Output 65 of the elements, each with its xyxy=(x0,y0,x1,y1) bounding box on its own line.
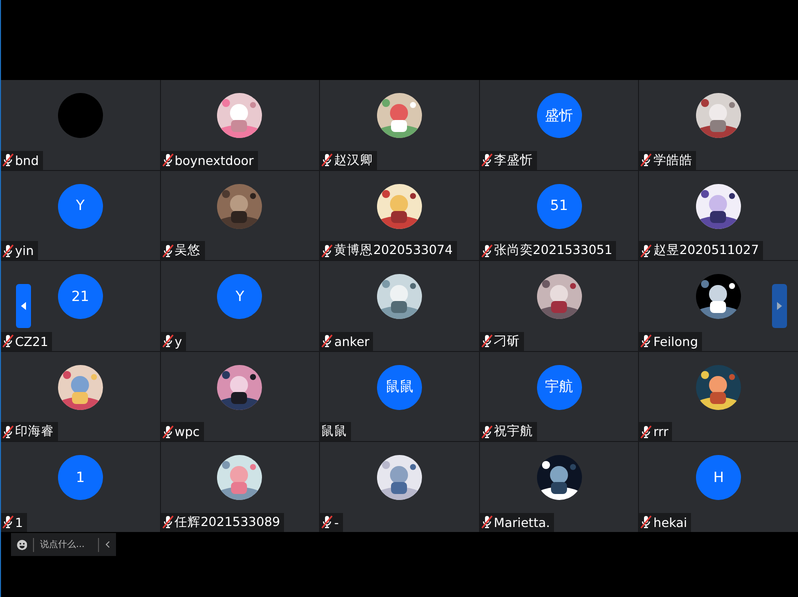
participant-name: hekai xyxy=(653,514,688,530)
participant-name: rrr xyxy=(653,424,668,440)
participant-name: 印海睿 xyxy=(15,423,54,440)
participant-name: 赵昱2020511027 xyxy=(653,242,759,260)
avatar-initials: 鼠鼠 xyxy=(376,364,422,410)
previous-page-button[interactable] xyxy=(16,284,31,328)
participant-name: 张尚奕2021533051 xyxy=(494,242,612,260)
participant-name: 黄博恩2020533074 xyxy=(334,242,453,260)
muted-microphone-icon xyxy=(162,424,174,439)
participant-name: 任辉2021533089 xyxy=(174,514,280,531)
avatar-initials: 宇航 xyxy=(536,364,582,410)
muted-microphone-icon xyxy=(480,515,493,530)
avatar-initials: 51 xyxy=(536,184,582,229)
participant-name: bnd xyxy=(15,152,39,168)
avatar-initials: Y xyxy=(58,184,103,229)
avatar-initials: H xyxy=(696,455,742,500)
participant-name: Marietta. xyxy=(494,514,550,530)
smiley-icon[interactable] xyxy=(17,538,28,550)
participant-name: anker xyxy=(334,334,370,349)
participant-name: 李盛忻 xyxy=(494,152,533,169)
participant-name: boynextdoor xyxy=(174,152,254,168)
left-triangle-icon xyxy=(21,302,26,310)
muted-microphone-icon xyxy=(480,424,493,439)
avatar-initials: 盛忻 xyxy=(536,93,582,138)
muted-microphone-icon xyxy=(2,244,14,258)
avatar-initials: 1 xyxy=(58,455,103,500)
muted-microphone-icon xyxy=(480,153,493,168)
muted-microphone-icon xyxy=(162,153,174,168)
participant-name: 学皓皓 xyxy=(653,152,692,169)
muted-microphone-icon xyxy=(640,515,652,530)
muted-microphone-icon xyxy=(162,334,174,348)
muted-microphone-icon xyxy=(321,515,334,530)
muted-microphone-icon xyxy=(162,515,174,530)
right-triangle-icon xyxy=(777,302,782,310)
participant-name: 祝宇航 xyxy=(494,423,533,440)
participant-name: yin xyxy=(15,243,34,258)
participant-name: 吴悠 xyxy=(174,242,201,260)
muted-microphone-icon xyxy=(321,334,334,348)
participant-name: wpc xyxy=(174,424,200,440)
muted-microphone-icon xyxy=(321,153,334,168)
participant-name: 赵汉卿 xyxy=(334,152,374,169)
muted-microphone-icon xyxy=(2,334,14,348)
avatar xyxy=(58,93,103,138)
muted-microphone-icon xyxy=(480,334,493,348)
participant-name: - xyxy=(334,514,339,530)
muted-microphone-icon xyxy=(640,244,652,258)
next-page-button[interactable] xyxy=(772,284,787,328)
muted-microphone-icon xyxy=(162,244,174,258)
muted-microphone-icon xyxy=(2,515,14,530)
muted-microphone-icon xyxy=(2,153,14,168)
participant-name: 鼠鼠 xyxy=(321,423,348,440)
muted-microphone-icon xyxy=(640,334,652,348)
avatar-initials: 21 xyxy=(58,274,103,320)
muted-microphone-icon xyxy=(640,153,652,168)
participant-name: CZ21 xyxy=(15,334,48,349)
muted-microphone-icon xyxy=(321,244,334,258)
participant-name: 刁斫 xyxy=(494,332,520,350)
participant-name: 1 xyxy=(15,514,23,530)
muted-microphone-icon xyxy=(2,424,14,439)
muted-microphone-icon xyxy=(480,244,493,258)
chevron-left-icon[interactable] xyxy=(104,540,110,549)
participant-name: y xyxy=(174,334,182,349)
participant-name: Feilong xyxy=(653,334,698,349)
muted-microphone-icon xyxy=(640,424,652,439)
avatar-initials: Y xyxy=(217,274,262,320)
